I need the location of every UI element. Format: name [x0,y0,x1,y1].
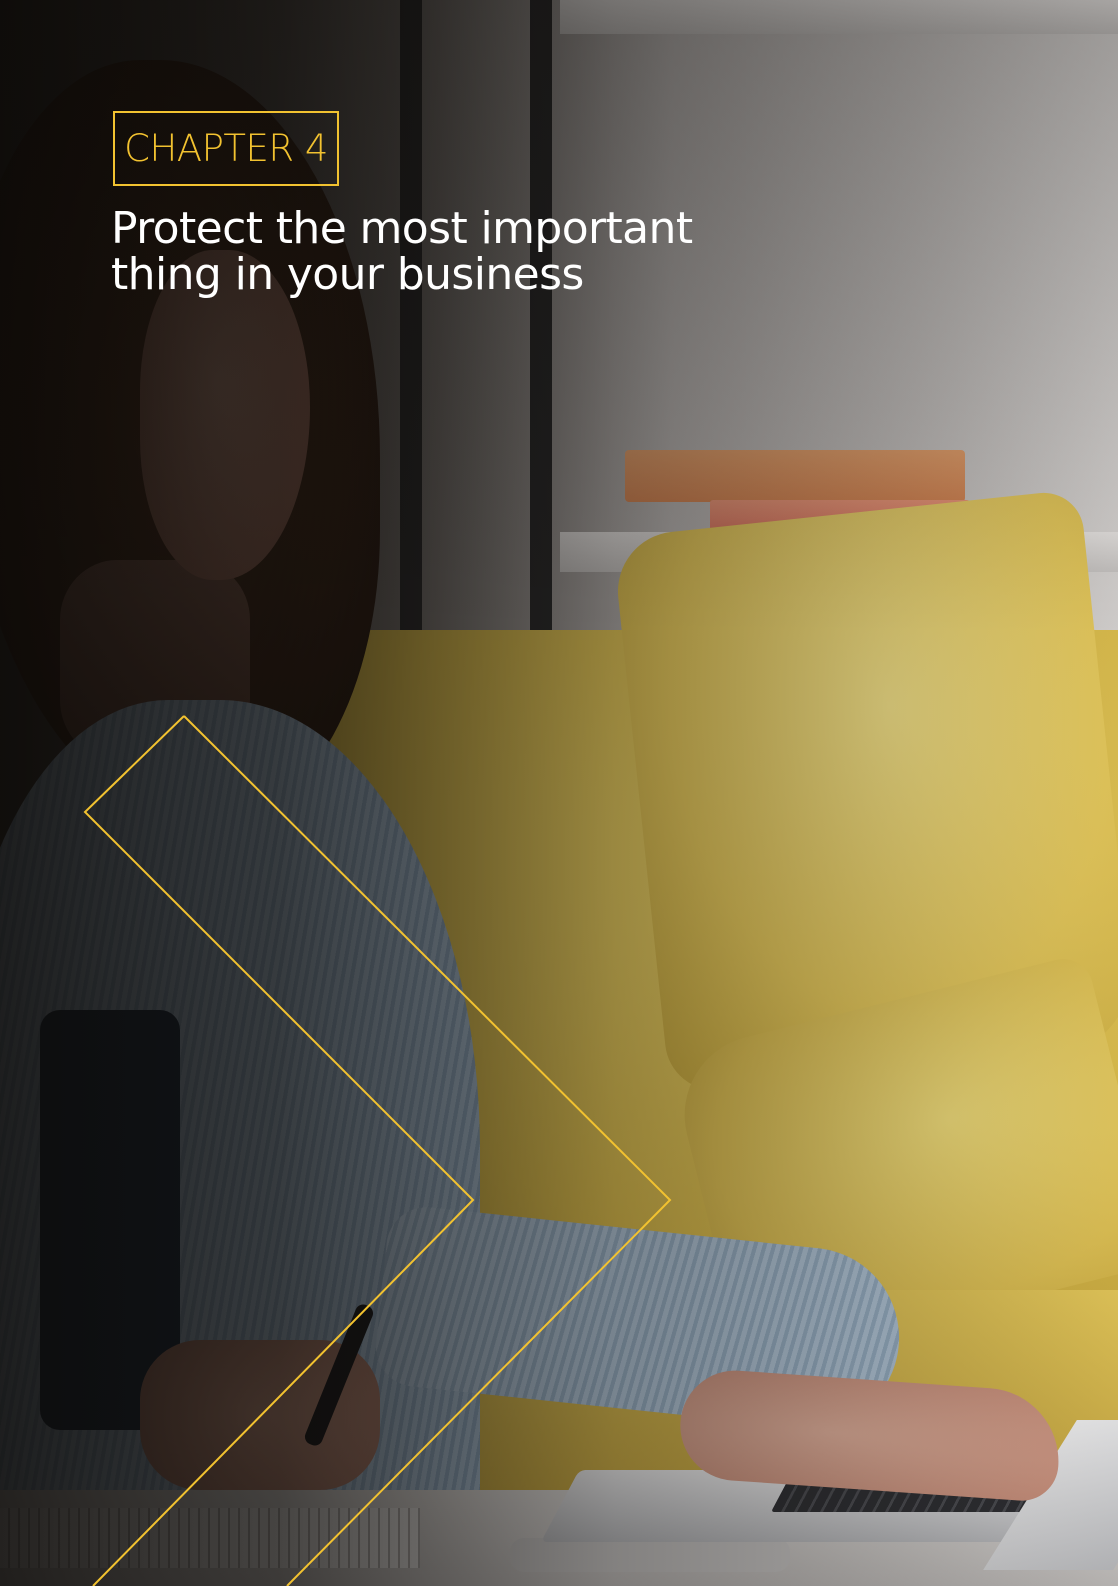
chapter-cover-page: CHAPTER 4 Protect the most important thi… [0,0,1118,1586]
chapter-badge: CHAPTER 4 [113,111,339,186]
chapter-title-line-2: thing in your business [111,249,584,300]
chapter-title: Protect the most important thing in your… [111,206,751,298]
chapter-title-line-1: Protect the most important [111,203,693,254]
chapter-label: CHAPTER 4 [124,127,328,170]
